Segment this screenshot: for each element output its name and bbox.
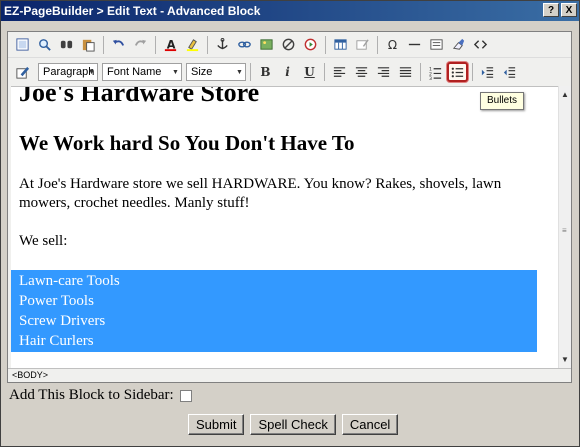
special-character-icon[interactable]: Ω bbox=[382, 35, 403, 55]
font-size-select[interactable]: Size ▼ bbox=[186, 63, 246, 81]
paste-icon[interactable] bbox=[78, 35, 99, 55]
list-item: Power Tools bbox=[19, 293, 94, 309]
close-button[interactable]: X bbox=[561, 3, 577, 17]
list-item: Lawn-care Tools bbox=[19, 273, 120, 289]
scroll-up-icon[interactable]: ▲ bbox=[561, 90, 569, 99]
submit-button[interactable]: Submit bbox=[188, 414, 245, 435]
font-name-select[interactable]: Font Name ▼ bbox=[102, 63, 182, 81]
sidebar-option-row: Add This Block to Sidebar: bbox=[9, 387, 192, 404]
element-path[interactable]: <BODY> bbox=[12, 370, 48, 380]
undo-icon[interactable] bbox=[108, 35, 129, 55]
element-path-bar: <BODY> bbox=[8, 368, 571, 382]
help-button[interactable]: ? bbox=[543, 3, 559, 17]
editor-content-area[interactable]: Joe's Hardware Store We Work hard So You… bbox=[11, 86, 558, 368]
font-size-value: Size bbox=[191, 66, 213, 78]
toolbar-row-2: Paragraph ▼ Font Name ▼ Size ▼ B i U 123 bbox=[8, 59, 571, 85]
toolbar-separator bbox=[207, 35, 208, 54]
scroll-down-icon[interactable]: ▼ bbox=[561, 355, 569, 364]
vertical-scrollbar[interactable]: ▲ ≡ ▼ bbox=[558, 86, 571, 368]
toolbar-separator bbox=[420, 63, 421, 81]
link-icon[interactable] bbox=[234, 35, 255, 55]
cancel-button[interactable]: Cancel bbox=[341, 414, 399, 435]
rich-text-editor: A Ω Paragraph ▼ Font Name ▼ Size ▼ B i U… bbox=[7, 31, 572, 383]
add-to-sidebar-checkbox[interactable] bbox=[179, 389, 192, 402]
source-code-icon[interactable] bbox=[470, 35, 491, 55]
image-icon[interactable] bbox=[256, 35, 277, 55]
edit-style-icon[interactable] bbox=[12, 62, 33, 82]
align-justify-icon[interactable] bbox=[395, 62, 416, 82]
toolbar-separator bbox=[472, 63, 473, 81]
toolbar-separator bbox=[377, 35, 378, 54]
bold-button[interactable]: B bbox=[255, 62, 276, 82]
font-name-value: Font Name bbox=[107, 66, 162, 78]
scroll-grip-icon[interactable]: ≡ bbox=[562, 226, 567, 235]
horizontal-rule-icon[interactable] bbox=[404, 35, 425, 55]
indent-icon[interactable] bbox=[477, 62, 498, 82]
bullets-tooltip: Bullets bbox=[480, 92, 525, 110]
list-item: Screw Drivers bbox=[19, 313, 106, 329]
align-center-icon[interactable] bbox=[351, 62, 372, 82]
redo-icon[interactable] bbox=[130, 35, 151, 55]
list-item: Hair Curlers bbox=[19, 333, 94, 349]
chevron-down-icon: ▼ bbox=[88, 68, 95, 76]
toolbar-separator bbox=[155, 35, 156, 54]
toolbar-separator bbox=[103, 35, 104, 54]
paragraph-format-select[interactable]: Paragraph ▼ bbox=[38, 63, 98, 81]
outdent-icon[interactable] bbox=[499, 62, 520, 82]
sidebar-label: Add This Block to Sidebar: bbox=[9, 387, 174, 403]
media-icon[interactable] bbox=[300, 35, 321, 55]
find-icon[interactable] bbox=[56, 35, 77, 55]
chevron-down-icon: ▼ bbox=[172, 68, 179, 76]
toolbar-separator bbox=[324, 63, 325, 81]
cleanup-icon[interactable] bbox=[448, 35, 469, 55]
flash-icon[interactable] bbox=[278, 35, 299, 55]
document-heading-1: Joe's Hardware Store bbox=[19, 86, 260, 107]
chevron-down-icon: ▼ bbox=[236, 68, 243, 76]
window-title: EZ-PageBuilder > Edit Text - Advanced Bl… bbox=[4, 3, 261, 18]
spell-check-button[interactable]: Spell Check bbox=[250, 414, 336, 435]
table-properties-icon[interactable] bbox=[352, 35, 373, 55]
svg-text:3: 3 bbox=[429, 76, 432, 80]
italic-button[interactable]: i bbox=[277, 62, 298, 82]
document-heading-2: We Work hard So You Don't Have To bbox=[19, 131, 355, 155]
anchor-icon[interactable] bbox=[212, 35, 233, 55]
align-right-icon[interactable] bbox=[373, 62, 394, 82]
form-icon[interactable] bbox=[426, 35, 447, 55]
underline-button[interactable]: U bbox=[299, 62, 320, 82]
toolbar-row-1: A Ω bbox=[8, 32, 571, 58]
highlight-color-icon[interactable] bbox=[182, 35, 203, 55]
toolbar-separator bbox=[250, 63, 251, 81]
text-color-icon[interactable]: A bbox=[160, 35, 181, 55]
form-buttons: Submit Spell Check Cancel bbox=[188, 414, 399, 435]
selected-list: Lawn-care Tools Power Tools Screw Driver… bbox=[11, 270, 537, 352]
document-we-sell: We sell: bbox=[19, 233, 68, 249]
numbered-list-icon[interactable]: 123 bbox=[425, 62, 446, 82]
document-paragraph: At Joe's Hardware store we sell HARDWARE… bbox=[19, 176, 502, 211]
align-left-icon[interactable] bbox=[329, 62, 350, 82]
toolbar-separator bbox=[325, 35, 326, 54]
preview-icon[interactable] bbox=[34, 35, 55, 55]
table-icon[interactable] bbox=[330, 35, 351, 55]
title-bar: EZ-PageBuilder > Edit Text - Advanced Bl… bbox=[0, 0, 580, 21]
new-document-icon[interactable] bbox=[12, 35, 33, 55]
bullet-list-icon[interactable] bbox=[447, 62, 468, 82]
